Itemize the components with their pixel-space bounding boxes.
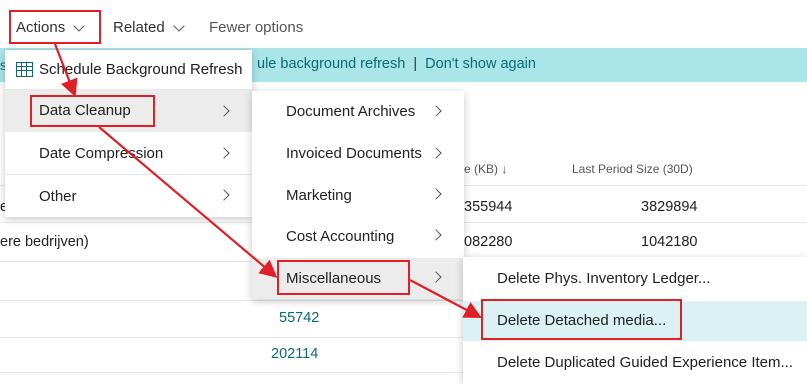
banner-message: ule background refresh | Don't show agai… [257,56,536,72]
menu-item-label: Marketing [286,187,352,204]
chevron-right-icon [430,229,442,241]
menu-item-invoiced-documents[interactable]: Invoiced Documents [252,132,464,174]
chevron-right-icon [218,147,230,159]
column-header-last-period[interactable]: Last Period Size (30D) [572,162,693,176]
menu-item-label: Delete Detached media... [497,312,667,329]
menu-item-label: Miscellaneous [286,270,382,287]
chevron-right-icon [430,147,442,159]
miscellaneous-submenu: Delete Phys. Inventory Ledger... Delete … [463,257,807,384]
menu-item-label: Schedule Background Refresh [39,61,243,78]
row-last-period: 3829894 [641,199,698,215]
row-name: ere bedrijven) [0,234,89,250]
menu-item-label: Document Archives [286,103,416,120]
table-icon [16,62,33,77]
row-size: 355944 [464,199,513,215]
menu-item-date-compression[interactable]: Date Compression [5,132,252,174]
menu-item-label: Delete Phys. Inventory Ledger... [497,270,711,287]
chevron-down-icon [173,19,185,32]
dont-show-again-link[interactable]: Don't show again [425,56,536,72]
fewer-options-label: Fewer options [209,19,304,36]
menu-item-miscellaneous[interactable]: Miscellaneous [252,258,464,299]
row-last-period: 1042180 [641,234,698,250]
action-bar: Actions Related Fewer options [0,0,807,55]
chevron-right-icon [430,105,442,117]
menu-item-marketing[interactable]: Marketing [252,174,464,216]
menu-item-label: Date Compression [39,145,164,162]
column-header-size[interactable]: e (KB) ↓ [464,162,507,176]
chevron-down-icon [73,19,85,32]
menu-item-schedule-background-refresh[interactable]: Schedule Background Refresh [5,50,252,88]
chevron-right-icon [218,105,230,117]
schedule-refresh-link[interactable]: ule background refresh [257,56,405,72]
related-label: Related [113,19,165,36]
row-size-link[interactable]: 55742 [279,310,319,326]
row-size-link[interactable]: 202114 [271,346,318,362]
menu-item-data-cleanup[interactable]: Data Cleanup [5,90,252,132]
row-size: 082280 [464,234,513,250]
menu-item-delete-phys-inventory-ledger[interactable]: Delete Phys. Inventory Ledger... [463,257,807,298]
menu-item-label: Invoiced Documents [286,145,422,162]
chevron-right-icon [218,189,230,201]
menu-item-delete-detached-media[interactable]: Delete Detached media... [463,301,807,341]
menu-item-cost-accounting[interactable]: Cost Accounting [252,216,464,258]
menu-item-label: Cost Accounting [286,228,395,245]
menu-item-label: Other [39,188,77,205]
data-cleanup-submenu: Document Archives Invoiced Documents Mar… [252,91,464,299]
related-menu-button[interactable]: Related [113,14,185,42]
banner-separator: | [413,56,418,72]
chevron-right-icon [430,271,442,283]
menu-item-label: Delete Duplicated Guided Experience Item… [497,354,793,371]
fewer-options-button[interactable]: Fewer options [209,14,303,42]
menu-item-other[interactable]: Other [5,175,252,217]
menu-item-label: Data Cleanup [39,102,131,119]
actions-menu-button[interactable]: Actions [10,14,100,42]
chevron-right-icon [430,188,442,200]
menu-item-document-archives[interactable]: Document Archives [252,91,464,132]
actions-dropdown-menu: Schedule Background Refresh Data Cleanup… [5,50,252,217]
actions-label: Actions [16,19,66,36]
menu-item-delete-duplicated-guided-experience[interactable]: Delete Duplicated Guided Experience Item… [463,343,807,384]
